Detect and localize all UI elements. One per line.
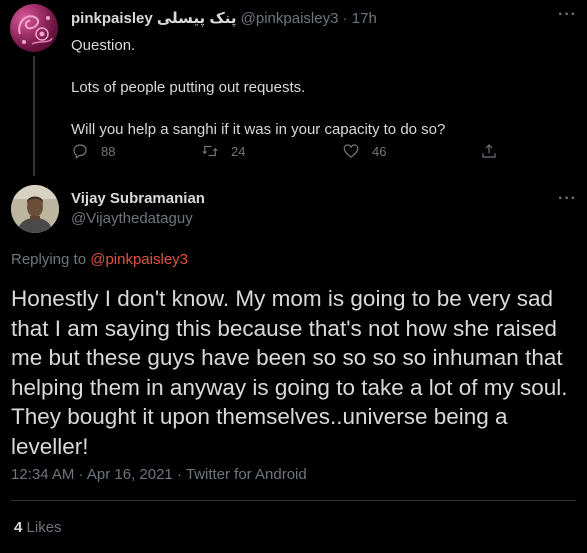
likes-label: Likes — [26, 519, 62, 536]
main-tweet-header: Vijay Subramanian @Vijaythedataguy ··· — [0, 176, 587, 246]
separator: · — [342, 10, 348, 27]
mention-link[interactable]: @pinkpaisley3 — [90, 251, 188, 268]
display-name-urdu[interactable]: پنک پیسلی — [157, 10, 237, 27]
reply-count: 88 — [101, 143, 116, 159]
tweet-line: Will you help a sanghi if it was in your… — [71, 121, 446, 138]
share-button[interactable] — [480, 142, 498, 160]
thread-line — [33, 56, 35, 176]
retweet-icon — [202, 145, 218, 157]
replying-label: Replying to — [11, 251, 87, 268]
likes-count: 4 — [14, 519, 23, 536]
divider — [11, 500, 576, 501]
more-icon[interactable]: ··· — [558, 6, 577, 24]
time-ago[interactable]: 17h — [352, 10, 377, 27]
like-icon — [343, 144, 359, 158]
tweet-timestamp[interactable]: 12:34 AM · Apr 16, 2021 · Twitter for An… — [11, 466, 307, 483]
tweet-line: Lots of people putting out requests. — [71, 79, 306, 96]
avatar[interactable] — [11, 185, 59, 233]
tweet-body: Question. Lots of people putting out req… — [71, 36, 445, 140]
handle[interactable]: @pinkpaisley3 — [241, 10, 339, 27]
tweet-actions: 88 24 46 — [71, 142, 498, 160]
parent-tweet[interactable]: pinkpaisley پنک پیسلی @pinkpaisley3 · 17… — [0, 0, 587, 176]
display-name[interactable]: pinkpaisley — [71, 10, 153, 27]
tweet-line: Question. — [71, 37, 136, 54]
retweet-count: 24 — [231, 143, 246, 159]
avatar[interactable] — [10, 4, 58, 52]
handle[interactable]: @Vijaythedataguy — [71, 210, 193, 227]
likes-stat[interactable]: 4 Likes — [14, 519, 62, 536]
retweet-button[interactable]: 24 — [201, 142, 342, 160]
tweet-text: Honestly I don't know. My mom is going t… — [11, 286, 568, 459]
like-count: 46 — [372, 143, 387, 159]
more-icon[interactable]: ··· — [558, 190, 577, 208]
replying-to: Replying to @pinkpaisley3 — [11, 251, 188, 268]
reply-icon — [73, 144, 87, 159]
reply-button[interactable]: 88 — [71, 142, 201, 160]
tweet-header: pinkpaisley پنک پیسلی @pinkpaisley3 · 17… — [71, 9, 377, 27]
like-button[interactable]: 46 — [342, 142, 480, 160]
display-name[interactable]: Vijay Subramanian — [71, 190, 205, 207]
share-icon — [482, 144, 496, 158]
